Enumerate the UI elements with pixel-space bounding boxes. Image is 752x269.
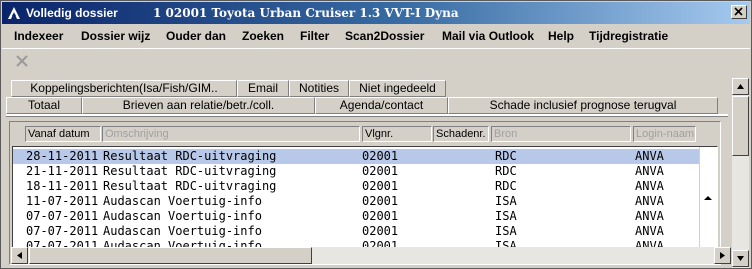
- table-row[interactable]: 21-11-2011 Resultaat RDC-uitvraging 02001 R…: [13, 164, 699, 179]
- menu-dossier-wijz[interactable]: Dossier wijz: [81, 29, 150, 43]
- title-bar[interactable]: Volledig dossier 1 02001 Toyota Urban Cr…: [2, 2, 750, 24]
- table-row[interactable]: 07-07-2011 Audascan Voertuig-info 02001 ISA…: [13, 209, 699, 224]
- column-login-naam[interactable]: Login-naam: [633, 126, 696, 142]
- menu-mail-via-outlook[interactable]: Mail via Outlook: [442, 29, 534, 43]
- list-panel: Vanaf datum Omschrijving Vlgnr. Schadenr…: [9, 121, 721, 265]
- menu-bar: Indexeer Dossier wijz Ouder dan Zoeken F…: [2, 25, 750, 47]
- cell-vlgnr: 02001: [362, 179, 399, 193]
- column-vlgnr[interactable]: Vlgnr.: [362, 126, 432, 142]
- toolbar: [2, 48, 750, 74]
- cell-bron: RDC: [495, 149, 517, 163]
- menu-filter[interactable]: Filter: [300, 29, 329, 43]
- cell-login: ANVA: [635, 179, 664, 193]
- cell-login: ANVA: [635, 224, 664, 238]
- cell-date: 18-11-2011: [26, 179, 99, 193]
- cell-bron: ISA: [495, 194, 517, 208]
- cell-vlgnr: 02001: [362, 149, 399, 163]
- table-row[interactable]: 18-11-2011 Resultaat RDC-uitvraging 02001 R…: [13, 179, 699, 194]
- window-title-app: Volledig dossier: [26, 6, 118, 20]
- cell-bron: ISA: [495, 209, 517, 223]
- delete-x-icon[interactable]: [14, 53, 30, 69]
- cell-login: ANVA: [635, 194, 664, 208]
- menu-tijdregistratie[interactable]: Tijdregistratie: [589, 29, 668, 43]
- column-omschrijving[interactable]: Omschrijving: [102, 126, 360, 142]
- list-vertical-scrollbar[interactable]: [699, 147, 717, 262]
- cell-bron: RDC: [495, 179, 517, 193]
- tab-strip: Koppelingsberichten(Isa/Fish/GIM.. Email…: [6, 78, 728, 124]
- app-logo-icon: [8, 7, 20, 19]
- cell-description: Resultaat RDC-uitvraging: [103, 164, 277, 178]
- close-window-button[interactable]: [731, 5, 747, 19]
- cell-date: 07-07-2011: [26, 224, 99, 238]
- cell-bron: RDC: [495, 164, 517, 178]
- menu-zoeken[interactable]: Zoeken: [242, 29, 284, 43]
- cell-login: ANVA: [635, 164, 664, 178]
- cell-date: 21-11-2011: [26, 164, 99, 178]
- cell-login: ANVA: [635, 209, 664, 223]
- chevron-left-icon: [17, 252, 22, 259]
- cell-description: Resultaat RDC-uitvraging: [103, 179, 277, 193]
- cell-vlgnr: 02001: [362, 194, 399, 208]
- column-schadenr[interactable]: Schadenr.: [433, 126, 489, 142]
- cell-description: Audascan Voertuig-info: [103, 194, 262, 208]
- tab-agenda-contact[interactable]: Agenda/contact: [315, 97, 448, 114]
- tab-schade-prognose[interactable]: Schade inclusief prognose terugval: [448, 97, 718, 114]
- dossier-window: Volledig dossier 1 02001 Toyota Urban Cr…: [0, 0, 752, 269]
- scroll-left-button[interactable]: [11, 247, 28, 264]
- cell-description: Audascan Voertuig-info: [103, 224, 262, 238]
- cell-description: Resultaat RDC-uitvraging: [103, 149, 277, 163]
- menu-indexeer[interactable]: Indexeer: [14, 29, 63, 43]
- window-vertical-scrollbar[interactable]: [732, 78, 749, 268]
- chevron-right-icon: [720, 252, 725, 259]
- menu-scan2dossier[interactable]: Scan2Dossier: [345, 29, 424, 43]
- close-icon: [734, 7, 743, 16]
- cell-login: ANVA: [635, 149, 664, 163]
- tab-panel-border: [6, 114, 728, 117]
- chevron-down-icon: [737, 256, 744, 261]
- table-row[interactable]: 07-07-2011 Audascan Voertuig-info 02001 ISA…: [13, 224, 699, 239]
- cell-date: 28-11-2011: [26, 149, 99, 163]
- scroll-up-arrow-icon[interactable]: [701, 191, 715, 205]
- window-title-document: 1 02001 Toyota Urban Cruiser 1.3 VVT-I D…: [153, 6, 459, 20]
- horizontal-scrollbar[interactable]: [11, 247, 731, 264]
- cell-vlgnr: 02001: [362, 209, 399, 223]
- column-vanaf-datum[interactable]: Vanaf datum: [25, 126, 101, 142]
- cell-description: Audascan Voertuig-info: [103, 209, 262, 223]
- table-row[interactable]: 28-11-2011 Resultaat RDC-uitvraging 02001 R…: [13, 149, 699, 164]
- window-scroll-down-button[interactable]: [732, 250, 749, 267]
- horizontal-scroll-thumb[interactable]: [29, 247, 312, 264]
- column-bron[interactable]: Bron: [491, 126, 631, 142]
- document-list[interactable]: 28-11-2011 Resultaat RDC-uitvraging 02001 R…: [12, 146, 718, 263]
- window-scroll-thumb[interactable]: [732, 96, 749, 156]
- cell-vlgnr: 02001: [362, 224, 399, 238]
- tab-email[interactable]: Email: [237, 80, 289, 97]
- tab-totaal[interactable]: Totaal: [6, 97, 82, 114]
- tab-niet-ingedeeld[interactable]: Niet ingedeeld: [349, 80, 446, 97]
- tab-brieven[interactable]: Brieven aan relatie/betr./coll.: [82, 97, 315, 114]
- tab-koppelingsberichten[interactable]: Koppelingsberichten(Isa/Fish/GIM..: [11, 80, 237, 97]
- table-row[interactable]: 11-07-2011 Audascan Voertuig-info 02001 ISA…: [13, 194, 699, 209]
- cell-bron: ISA: [495, 224, 517, 238]
- chevron-up-icon: [737, 84, 744, 89]
- menu-help[interactable]: Help: [548, 29, 574, 43]
- window-scroll-up-button[interactable]: [732, 78, 749, 95]
- tab-notities[interactable]: Notities: [289, 80, 349, 97]
- cell-date: 11-07-2011: [26, 194, 99, 208]
- menu-ouder-dan[interactable]: Ouder dan: [166, 29, 226, 43]
- cell-date: 07-07-2011: [26, 209, 99, 223]
- cell-vlgnr: 02001: [362, 164, 399, 178]
- scroll-right-button[interactable]: [714, 247, 731, 264]
